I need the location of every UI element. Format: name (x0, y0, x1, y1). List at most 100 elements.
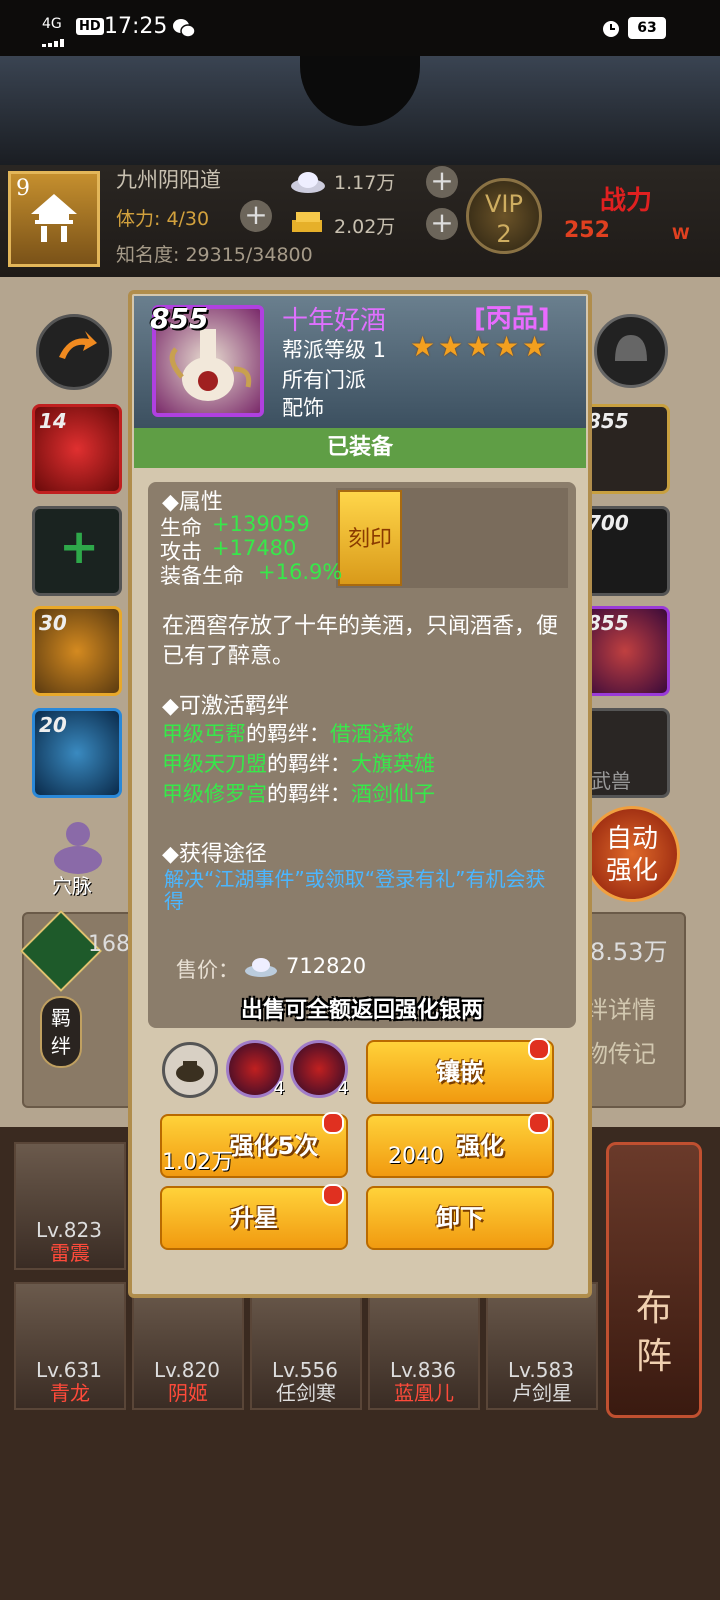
slot-right-1[interactable]: 855 (580, 404, 670, 494)
helmet-slot[interactable] (594, 314, 668, 388)
hero-card[interactable]: Lv.556 任剑寒 (250, 1282, 362, 1410)
vip-badge[interactable]: VIP 2 (466, 178, 542, 254)
slot-right-3[interactable]: 855 (580, 606, 670, 696)
wechat-icon (172, 16, 196, 40)
source-text: 解决“江湖事件”或领取“登录有礼”有机会获得 (164, 867, 546, 913)
sell-note: 出售可全额返回强化银两 (240, 998, 483, 1023)
notification-dot (322, 1184, 344, 1206)
hero-card[interactable]: Lv.631 青龙 (14, 1282, 126, 1410)
hero-card[interactable]: Lv.820 阴姬 (132, 1282, 244, 1410)
add-slot-icon: + (59, 519, 100, 575)
back-button[interactable] (36, 314, 112, 390)
star-icon: ★ (466, 330, 492, 363)
strengthen-5-cost: 1.02万 (162, 1150, 233, 1175)
slot-level: 20 (39, 713, 67, 737)
acupoint-button[interactable]: 穴脉 (40, 816, 116, 898)
slot-level: 855 (587, 611, 629, 635)
slot-left-4[interactable]: 20 (32, 708, 122, 798)
attr-value: +17480 (212, 536, 297, 560)
hero-name: 蓝凰儿 (394, 1381, 454, 1405)
hero-name: 任剑寒 (276, 1381, 336, 1405)
item-type: 配饰 (282, 396, 324, 420)
gem-slot-empty[interactable] (162, 1042, 218, 1098)
notification-dot (322, 1112, 344, 1134)
power-value: 252 (564, 218, 610, 243)
signal-icon (42, 32, 72, 47)
fetter-line: 甲级丐帮的羁绊：借酒浇愁 (162, 722, 414, 746)
slot-left-1[interactable]: 14 (32, 404, 122, 494)
top-decoration (0, 56, 720, 166)
hero-name: 卢剑星 (512, 1381, 572, 1405)
hero-name: 青龙 (50, 1381, 90, 1405)
slot-level: 14 (39, 409, 67, 433)
gold-amount: 2.02万 (334, 216, 396, 238)
biography-link[interactable]: 物传记 (584, 1034, 656, 1069)
status-bar: 4G HD 17:25 63 (0, 0, 720, 56)
star-icon: ★ (438, 330, 464, 363)
silver-amount: 1.17万 (334, 172, 396, 194)
acupoint-label: 穴脉 (52, 874, 92, 898)
fetter-line: 甲级修罗宫的羁绊：酒剑仙子 (162, 782, 435, 806)
player-level: 9 (16, 176, 30, 201)
back-arrow-icon (59, 331, 97, 359)
attr-name: 装备生命 (160, 564, 244, 588)
slot-level: 700 (587, 511, 629, 535)
attr-value: +139059 (212, 512, 310, 536)
upstar-button[interactable]: 升星 (160, 1186, 348, 1250)
hero-card[interactable]: Lv.836 蓝凰儿 (368, 1282, 480, 1410)
slot-level: 855 (587, 409, 629, 433)
slot-right-4[interactable]: 武兽 (580, 708, 670, 798)
slot-left-2[interactable]: + (32, 506, 122, 596)
hero-name: 阴姬 (168, 1381, 208, 1405)
silver-icon (244, 956, 278, 978)
hero-card[interactable]: Lv.823 雷震 (14, 1142, 126, 1270)
network-indicator: 4G (42, 16, 62, 32)
gem-slot[interactable]: 4 (290, 1040, 349, 1099)
life-value: 168 (88, 932, 130, 957)
fame-text: 知名度: 29315/34800 (116, 244, 313, 266)
gem-count: 4 (337, 1078, 349, 1099)
source-title: ◆获得途径 (162, 842, 267, 867)
add-gold-button[interactable]: + (426, 208, 458, 240)
meditation-figure-icon (54, 822, 102, 874)
attr-value: +16.9% (258, 560, 343, 584)
pouch-icon (176, 1061, 204, 1082)
add-silver-button[interactable]: + (426, 166, 458, 198)
hd-badge: HD (76, 18, 104, 35)
item-sect: 所有门派 (282, 368, 366, 392)
add-stamina-button[interactable]: + (240, 200, 272, 232)
star-icon: ★ (410, 330, 436, 363)
formation-button[interactable]: 布 阵 (606, 1142, 702, 1418)
star-icon: ★ (494, 330, 520, 363)
item-description: 在酒窖存放了十年的美酒，只闻酒香，便已有了醉意。 (162, 614, 559, 669)
player-name: 九州阴阳道 (116, 168, 221, 192)
hero-card[interactable]: Lv.583 卢剑星 (486, 1282, 598, 1410)
slot-left-3[interactable]: 30 (32, 606, 122, 696)
engrave-button[interactable]: 刻印 (338, 490, 402, 586)
gem-slot[interactable]: 4 (226, 1040, 285, 1099)
gem-count: 4 (273, 1078, 285, 1099)
slot-right-2[interactable]: 700 (580, 506, 670, 596)
price-label: 售价： (176, 958, 239, 982)
item-power: 855 (150, 302, 209, 335)
slot-label: 武兽 (591, 769, 631, 793)
power-label: 战力 (600, 186, 653, 216)
auto-strengthen-button[interactable]: 自动 强化 (584, 806, 680, 902)
panel-right-value: 8.53万 (590, 938, 668, 966)
fetters-title: ◆可激活羁绊 (162, 694, 289, 719)
clock: 17:25 (104, 14, 168, 39)
item-stars: ★ ★ ★ ★ ★ (410, 330, 550, 364)
alarm-icon (600, 17, 622, 39)
power-unit: W (672, 224, 690, 243)
unequip-button[interactable]: 卸下 (366, 1186, 554, 1250)
vip-level: 2 (496, 220, 512, 248)
notification-dot (528, 1112, 550, 1134)
fetter-detail-link[interactable]: 绊详情 (584, 990, 656, 1025)
fetter-badge[interactable]: 羁 绊 (40, 996, 82, 1068)
cloud-ornament (300, 56, 420, 126)
stamina-text: 体力: 4/30 (116, 208, 210, 230)
star-icon: ★ (522, 330, 548, 363)
battery-icon: 63 (628, 17, 666, 39)
silver-icon (290, 170, 326, 194)
inlay-button[interactable]: 镶嵌 (366, 1040, 554, 1104)
